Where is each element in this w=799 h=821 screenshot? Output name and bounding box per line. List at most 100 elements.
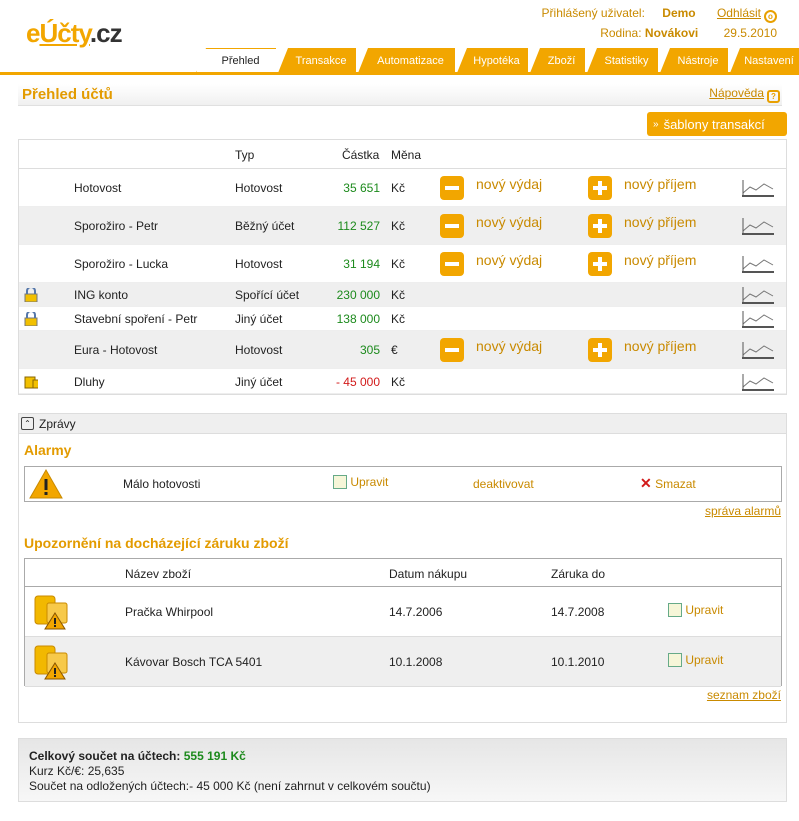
edit-icon: [333, 475, 347, 489]
chart-icon[interactable]: [742, 179, 774, 197]
plus-icon[interactable]: [588, 252, 612, 276]
logo-e: e: [26, 18, 41, 48]
minus-icon[interactable]: [440, 338, 464, 362]
goods-list-link[interactable]: seznam zboží: [707, 688, 781, 702]
total-label: Celkový součet na účtech:: [29, 749, 181, 763]
account-name-link[interactable]: Sporožiro - Petr: [74, 219, 158, 233]
account-name-link[interactable]: Dluhy: [74, 375, 105, 389]
new-income-link[interactable]: nový příjem: [624, 338, 696, 354]
plus-icon[interactable]: [588, 338, 612, 362]
col-amount: Částka: [342, 148, 380, 162]
account-currency: €: [391, 343, 398, 357]
warranty-row: Pračka Whirpool 14.7.2006 14.7.2008 Upra…: [25, 587, 781, 637]
tab-nastaveni[interactable]: Nastavení: [730, 48, 799, 73]
accounts-header: Typ Částka Měna: [19, 140, 786, 169]
new-income-link[interactable]: nový příjem: [624, 252, 696, 268]
chart-icon[interactable]: [742, 373, 774, 391]
account-type: Běžný účet: [235, 219, 295, 233]
new-expense-link[interactable]: nový výdaj: [476, 214, 542, 230]
account-row: Eura - Hotovost Hotovost 305 € nový výdaj nov…: [19, 331, 786, 369]
tab-statistiky[interactable]: Statistiky: [587, 48, 658, 73]
new-expense-link[interactable]: nový výdaj: [476, 338, 542, 354]
account-type: Hotovost: [235, 181, 283, 195]
page-title: Přehled účtů: [22, 86, 113, 103]
chart-icon[interactable]: [742, 286, 774, 304]
logo-cz: .cz: [89, 18, 123, 48]
section-header: Přehled účtů Nápověda?: [18, 84, 782, 106]
account-row: Stavební spoření - Petr Jiný účet 138 000 K…: [19, 307, 786, 331]
accounts-table: Typ Částka Měna Hotovost Hotovost 35 651 Kč…: [18, 139, 787, 395]
goods-edit-button[interactable]: Upravit: [668, 653, 723, 667]
exchange-rate: Kurz Kč/€: 25,635: [29, 764, 125, 778]
alarm-deactivate-button[interactable]: deaktivovat: [473, 477, 534, 491]
tab-zbozi[interactable]: Zboží: [530, 48, 585, 73]
current-date: 29.5.2010: [723, 26, 777, 40]
account-type: Jiný účet: [235, 312, 283, 326]
alarm-edit-label: Upravit: [350, 475, 389, 489]
header-divider: [0, 72, 799, 75]
alarm-row: Málo hotovosti Upravit deaktivovat ✕ Sma…: [24, 466, 782, 502]
edit-icon: [668, 653, 682, 667]
account-name-link[interactable]: Stavební spoření - Petr: [74, 312, 197, 326]
account-name-link[interactable]: Hotovost: [74, 181, 121, 195]
help-link[interactable]: Nápověda?: [709, 86, 780, 103]
logout-link[interactable]: Odhlásit: [717, 6, 761, 20]
chevron-double-down-icon: »: [653, 118, 659, 130]
col-warranty-until: Záruka do: [551, 567, 606, 581]
logo[interactable]: eÚčty.cz: [26, 18, 123, 49]
alarm-edit-button[interactable]: Upravit: [333, 475, 388, 489]
family-label: Rodina:: [600, 26, 642, 40]
minus-icon[interactable]: [440, 214, 464, 238]
chart-icon[interactable]: [742, 217, 774, 235]
tab-automatizace[interactable]: Automatizace: [358, 48, 455, 73]
account-amount: 31 194: [343, 257, 380, 271]
deferred-sum: Součet na odložených účtech:- 45 000 Kč …: [29, 779, 431, 793]
total-value: 555 191 Kč: [183, 749, 246, 763]
new-income-link[interactable]: nový příjem: [624, 176, 696, 192]
warranty-title: Upozornění na docházející záruku zboží: [24, 535, 289, 551]
account-amount: 35 651: [343, 181, 380, 195]
user-name: Demo: [662, 6, 696, 20]
alarm-text: Málo hotovosti: [123, 477, 201, 491]
account-name-link[interactable]: ING konto: [74, 288, 128, 302]
account-name-link[interactable]: Sporožiro - Lucka: [74, 257, 168, 271]
alarm-manage-link[interactable]: správa alarmů: [705, 504, 781, 518]
account-amount: 112 527: [337, 219, 381, 233]
alarms-title: Alarmy: [24, 442, 72, 458]
tab-prehled[interactable]: Přehled: [196, 48, 276, 73]
tab-nastroje[interactable]: Nástroje: [660, 48, 728, 73]
account-type: Hotovost: [235, 343, 283, 357]
messages-bar[interactable]: ⌃ Zprávy: [18, 413, 787, 434]
plus-icon[interactable]: [588, 176, 612, 200]
alarm-delete-button[interactable]: ✕ Smazat: [640, 475, 696, 492]
logout-icon[interactable]: o: [764, 10, 777, 23]
new-expense-link[interactable]: nový výdaj: [476, 252, 542, 268]
plus-icon[interactable]: [588, 214, 612, 238]
totals-box: Celkový součet na účtech: 555 191 Kč Kur…: [18, 738, 787, 802]
chart-icon[interactable]: [742, 310, 774, 328]
account-currency: Kč: [391, 374, 406, 389]
collapse-icon[interactable]: ⌃: [21, 417, 34, 430]
warranty-row: Kávovar Bosch TCA 5401 10.1.2008 10.1.20…: [25, 637, 781, 687]
help-icon[interactable]: ?: [767, 90, 780, 103]
account-name-link[interactable]: Eura - Hotovost: [74, 343, 157, 357]
new-income-link[interactable]: nový příjem: [624, 214, 696, 230]
account-row: ING konto Spořící účet 230 000 Kč: [19, 283, 786, 307]
goods-bought-date: 10.1.2008: [389, 655, 443, 669]
account-currency: Kč: [391, 219, 406, 233]
transaction-templates-button[interactable]: » šablony transakcí: [647, 112, 787, 136]
chart-icon[interactable]: [742, 341, 774, 359]
account-currency: Kč: [391, 181, 406, 195]
tab-transakce[interactable]: Transakce: [278, 48, 356, 73]
chart-icon[interactable]: [742, 255, 774, 273]
warning-icon: [29, 468, 63, 499]
goods-edit-button[interactable]: Upravit: [668, 603, 723, 617]
main-tabs: Přehled Transakce Automatizace Hypotéka …: [196, 48, 799, 73]
col-bought: Datum nákupu: [389, 567, 468, 581]
goods-name: Pračka Whirpool: [125, 605, 214, 619]
account-type: Spořící účet: [235, 288, 300, 302]
minus-icon[interactable]: [440, 176, 464, 200]
new-expense-link[interactable]: nový výdaj: [476, 176, 542, 192]
minus-icon[interactable]: [440, 252, 464, 276]
tab-hypoteka[interactable]: Hypotéka: [457, 48, 528, 73]
